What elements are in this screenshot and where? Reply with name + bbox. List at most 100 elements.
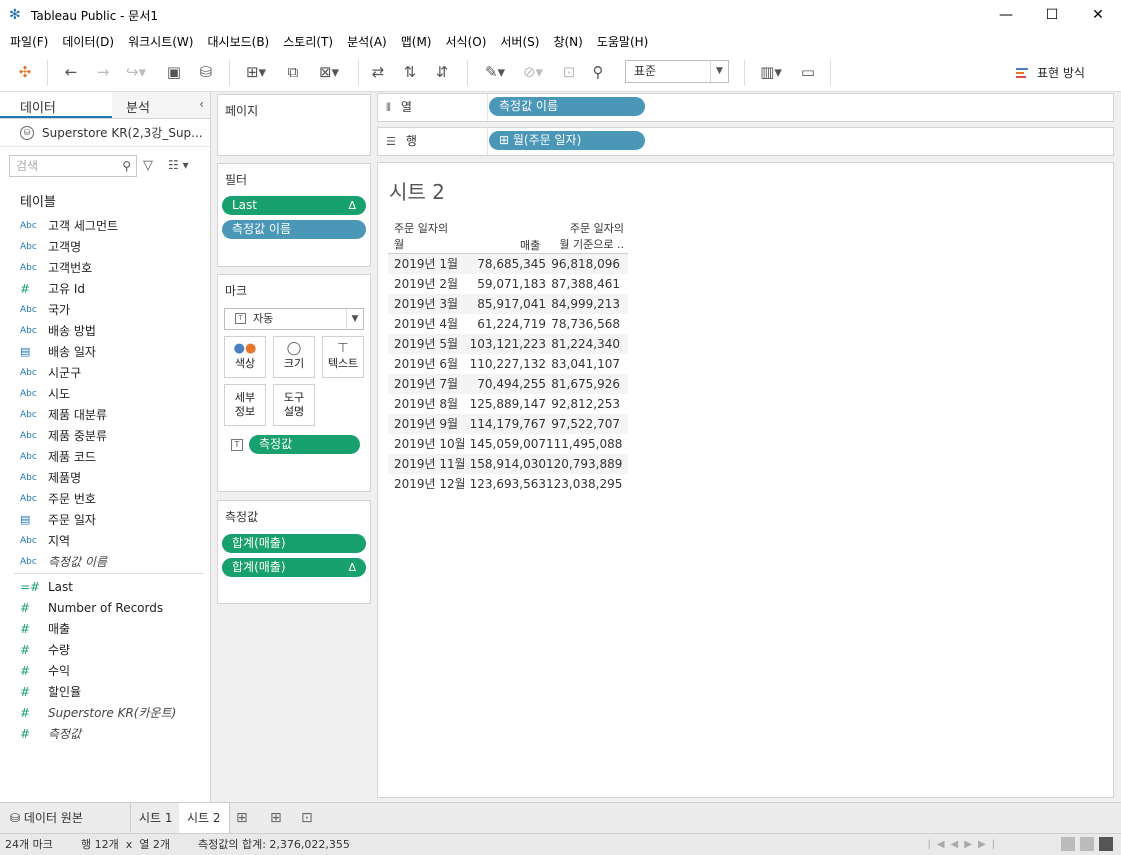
- running-cell[interactable]: 111,495,088: [546, 434, 624, 454]
- highlight-icon[interactable]: ✎▾: [478, 62, 512, 82]
- sales-cell[interactable]: 158,914,030: [464, 454, 546, 474]
- sales-cell[interactable]: 70,494,255: [464, 374, 546, 394]
- field-item[interactable]: Abc 시군구: [0, 362, 210, 383]
- menu-server[interactable]: 서버(S): [493, 33, 546, 50]
- menu-analysis[interactable]: 분석(A): [340, 33, 394, 50]
- sales-cell[interactable]: 125,889,147: [464, 394, 546, 414]
- tooltip-button[interactable]: 도구 설명: [273, 384, 315, 426]
- row-month-cell[interactable]: 2019년 4월: [388, 314, 464, 334]
- new-datasource-icon[interactable]: ⛁: [195, 62, 217, 82]
- field-item[interactable]: Abc 주문 번호: [0, 488, 210, 509]
- field-item[interactable]: # Superstore KR(카운트): [0, 702, 210, 723]
- grid-view-icon[interactable]: [1061, 837, 1075, 851]
- row-month-cell[interactable]: 2019년 10월: [388, 434, 464, 454]
- field-item[interactable]: Abc 지역: [0, 530, 210, 551]
- redo-icon[interactable]: →: [92, 62, 114, 82]
- running-cell[interactable]: 81,675,926: [546, 374, 624, 394]
- clear-sheet-icon[interactable]: ⊠▾: [311, 62, 347, 82]
- field-item[interactable]: # 고유 Id: [0, 278, 210, 299]
- header-month[interactable]: 주문 일자의 월: [394, 221, 448, 253]
- size-button[interactable]: ◯ 크기: [273, 336, 315, 378]
- rows-shelf[interactable]: ☰ 행 ⊞ 월(주문 일자): [377, 127, 1114, 156]
- text-button[interactable]: ⊤ 텍스트: [322, 336, 364, 378]
- field-item[interactable]: Abc 고객명: [0, 236, 210, 257]
- new-dashboard-icon[interactable]: ⊞: [270, 810, 282, 826]
- running-cell[interactable]: 84,999,213: [546, 294, 624, 314]
- save-icon[interactable]: ▣: [163, 62, 185, 82]
- measure-pill-sum-sales-delta[interactable]: 합계(매출) Δ: [222, 558, 366, 577]
- close-button[interactable]: ✕: [1075, 0, 1121, 30]
- running-cell[interactable]: 120,793,889: [546, 454, 624, 474]
- field-item[interactable]: Abc 제품 대분류: [0, 404, 210, 425]
- show-mark-labels-icon[interactable]: ⊡: [558, 62, 580, 82]
- search-input[interactable]: 검색 ⚲: [9, 155, 137, 177]
- filter-icon[interactable]: ▽: [143, 158, 153, 173]
- field-item[interactable]: Abc 배송 방법: [0, 320, 210, 341]
- sales-cell[interactable]: 145,059,007: [464, 434, 546, 454]
- menu-story[interactable]: 스토리(T): [276, 33, 340, 50]
- sales-cell[interactable]: 103,121,223: [464, 334, 546, 354]
- minimize-button[interactable]: —: [983, 0, 1029, 30]
- sales-cell[interactable]: 61,224,719: [464, 314, 546, 334]
- color-button[interactable]: ●● 색상: [224, 336, 266, 378]
- fix-axes-icon[interactable]: ⚲: [587, 62, 609, 82]
- running-cell[interactable]: 123,038,295: [546, 474, 624, 494]
- filter-pill-last[interactable]: Last Δ: [222, 196, 366, 215]
- row-month-cell[interactable]: 2019년 1월: [388, 254, 464, 274]
- running-cell[interactable]: 81,224,340: [546, 334, 624, 354]
- show-cards-icon[interactable]: ▥▾: [753, 62, 789, 82]
- field-item[interactable]: # 수익: [0, 660, 210, 681]
- replay-icon[interactable]: ↪▾: [121, 62, 151, 82]
- field-item[interactable]: # Number of Records: [0, 597, 210, 618]
- field-item[interactable]: Abc 제품 중분류: [0, 425, 210, 446]
- fit-select[interactable]: 표준 ▼: [625, 60, 729, 83]
- columns-shelf[interactable]: ⦀ 열 측정값 이름: [377, 93, 1114, 122]
- sales-cell[interactable]: 110,227,132: [464, 354, 546, 374]
- field-item[interactable]: # 측정값: [0, 723, 210, 744]
- field-item[interactable]: Abc 제품 코드: [0, 446, 210, 467]
- show-me-button[interactable]: 표현 방식: [1016, 64, 1085, 81]
- sales-cell[interactable]: 59,071,183: [464, 274, 546, 294]
- swap-rows-columns-icon[interactable]: ⇄: [367, 62, 389, 82]
- row-month-cell[interactable]: 2019년 6월: [388, 354, 464, 374]
- row-month-cell[interactable]: 2019년 5월: [388, 334, 464, 354]
- field-item[interactable]: Abc 고객 세그먼트: [0, 215, 210, 236]
- tab-sheet2[interactable]: 시트 2: [179, 803, 230, 833]
- datasource-item[interactable]: ⛁ Superstore KR(2,3강_Sup...: [0, 119, 210, 147]
- tableau-home-icon[interactable]: ✣: [14, 62, 36, 82]
- field-item[interactable]: Abc 측정값 이름: [0, 551, 210, 572]
- detail-button[interactable]: 세부 정보: [224, 384, 266, 426]
- sheet-nav-icon[interactable]: |◀◀▶▶|: [928, 834, 1002, 855]
- menu-help[interactable]: 도움말(H): [590, 33, 656, 50]
- menu-file[interactable]: 파일(F): [3, 33, 55, 50]
- row-month-cell[interactable]: 2019년 2월: [388, 274, 464, 294]
- rows-pill-month-order-date[interactable]: ⊞ 월(주문 일자): [489, 131, 645, 150]
- running-cell[interactable]: 78,736,568: [546, 314, 624, 334]
- field-item[interactable]: =# Last: [0, 576, 210, 597]
- header-running[interactable]: 주문 일자의 월 기준으로 ..: [559, 221, 624, 253]
- header-sales[interactable]: 매출: [520, 237, 540, 253]
- row-month-cell[interactable]: 2019년 12월: [388, 474, 464, 494]
- running-cell[interactable]: 97,522,707: [546, 414, 624, 434]
- field-item[interactable]: Abc 제품명: [0, 467, 210, 488]
- sales-cell[interactable]: 114,179,767: [464, 414, 546, 434]
- field-item[interactable]: ▤ 주문 일자: [0, 509, 210, 530]
- undo-icon[interactable]: ←: [60, 62, 82, 82]
- field-item[interactable]: # 수량: [0, 639, 210, 660]
- running-cell[interactable]: 92,812,253: [546, 394, 624, 414]
- row-month-cell[interactable]: 2019년 11월: [388, 454, 464, 474]
- sort-ascending-icon[interactable]: ⇅: [399, 62, 421, 82]
- sales-cell[interactable]: 85,917,041: [464, 294, 546, 314]
- maximize-button[interactable]: ☐: [1029, 0, 1075, 30]
- measure-pill-sum-sales[interactable]: 합계(매출): [222, 534, 366, 553]
- view-switch[interactable]: [1056, 837, 1113, 851]
- group-members-icon[interactable]: ⊘▾: [516, 62, 550, 82]
- menu-data[interactable]: 데이터(D): [55, 33, 121, 50]
- sort-descending-icon[interactable]: ⇵: [431, 62, 453, 82]
- row-month-cell[interactable]: 2019년 9월: [388, 414, 464, 434]
- tabs-view-icon[interactable]: [1099, 837, 1113, 851]
- sales-cell[interactable]: 78,685,345: [464, 254, 546, 274]
- row-month-cell[interactable]: 2019년 8월: [388, 394, 464, 414]
- filters-card[interactable]: 필터 Last Δ 측정값 이름: [217, 163, 371, 267]
- running-cell[interactable]: 83,041,107: [546, 354, 624, 374]
